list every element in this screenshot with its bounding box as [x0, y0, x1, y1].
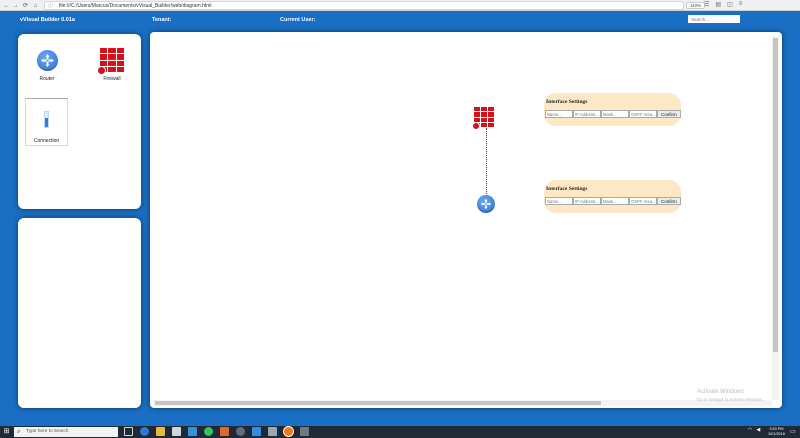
- menu-icon[interactable]: ≡: [739, 1, 743, 8]
- taskbar-search-placeholder: Type here to search: [26, 429, 69, 434]
- steam-icon[interactable]: [236, 427, 245, 436]
- palette-firewall-tool[interactable]: Firewall: [92, 48, 132, 82]
- taskbar-apps: [124, 427, 309, 436]
- zoom-level-badge[interactable]: 110%: [686, 2, 706, 9]
- mask-input[interactable]: [601, 197, 629, 205]
- confirm-button[interactable]: Confirm: [657, 110, 681, 118]
- diagram-canvas[interactable]: [150, 32, 782, 408]
- activate-windows-watermark: Activate Windows Go to Settings to activ…: [697, 389, 763, 403]
- palette-connection-tool[interactable]: Connection: [25, 98, 68, 146]
- firefox-icon[interactable]: [284, 427, 293, 436]
- forward-icon[interactable]: →: [11, 1, 20, 10]
- connection-icon: [44, 111, 49, 128]
- connection-tool-label: Connection: [33, 138, 60, 144]
- taskbar: ⊞ ⌕ Type here to search ◠ ◀ 3:53 PM 10/1…: [0, 426, 800, 438]
- app-icon[interactable]: [268, 427, 277, 436]
- palette-router-tool[interactable]: Router: [28, 50, 66, 82]
- connection-line[interactable]: [486, 128, 487, 196]
- watermark-title: Activate Windows: [697, 389, 745, 395]
- system-tray: ◠ ◀: [748, 427, 760, 433]
- address-bar[interactable]: ⓘ file:///C:/Users/Marcus/Documents/vVis…: [44, 1, 684, 10]
- reload-icon[interactable]: ⟳: [21, 1, 30, 10]
- interface-settings-form: Confirm: [545, 110, 681, 118]
- library-icon[interactable]: ▤: [715, 1, 721, 8]
- mask-input[interactable]: [601, 110, 629, 118]
- properties-panel: [18, 218, 141, 408]
- start-button[interactable]: ⊞: [2, 428, 11, 436]
- volume-icon[interactable]: ◀: [756, 427, 760, 433]
- interface-settings-router: Interface Settings Confirm: [544, 180, 681, 213]
- file-explorer-icon[interactable]: [156, 427, 165, 436]
- ospf-area-input[interactable]: [629, 197, 657, 205]
- browser-toolbar: ← → ⟳ ⌂ ⓘ file:///C:/Users/Marcus/Docume…: [0, 0, 800, 11]
- watermark-subtitle: Go to Settings to activate Windows.: [697, 397, 764, 402]
- firewall-icon: [97, 48, 124, 75]
- ospf-area-input[interactable]: [629, 110, 657, 118]
- interface-settings-title: Interface Settings: [546, 186, 588, 192]
- router-icon: [36, 50, 58, 71]
- taskbar-clock[interactable]: 3:53 PM 10/1/2018: [768, 427, 785, 437]
- interface-settings-form: Confirm: [545, 197, 681, 205]
- notification-icon[interactable]: ▭: [790, 428, 796, 435]
- reader-view-icon[interactable]: ☰: [704, 1, 709, 8]
- firewall-tool-label: Firewall: [103, 76, 121, 82]
- interface-name-input[interactable]: [545, 197, 573, 205]
- taskbar-search-box[interactable]: ⌕ Type here to search: [14, 427, 118, 437]
- canvas-horizontal-scrollbar[interactable]: [153, 400, 772, 406]
- device-palette: Router Firewall Connection: [18, 34, 141, 209]
- whatsapp-icon[interactable]: [204, 427, 213, 436]
- browser-toolbar-icons: ☰ ▤ ◫ ≡: [704, 1, 742, 8]
- router-icon: [477, 195, 495, 213]
- interface-name-input[interactable]: [545, 110, 573, 118]
- search-icon: ⌕: [17, 429, 21, 435]
- site-info-icon[interactable]: ⓘ: [48, 2, 53, 9]
- canvas-router-node[interactable]: [477, 195, 495, 213]
- app-title: vVisual Builder 0.01a: [20, 17, 75, 23]
- store-icon[interactable]: [172, 427, 181, 436]
- task-view-icon[interactable]: [124, 427, 133, 436]
- ip-address-input[interactable]: [573, 110, 601, 118]
- canvas-vertical-scrollbar[interactable]: [772, 36, 779, 400]
- scrollbar-thumb[interactable]: [773, 38, 778, 352]
- app-header: vVisual Builder 0.01a Tenant: Current Us…: [0, 11, 800, 29]
- ip-address-input[interactable]: [573, 197, 601, 205]
- search-input[interactable]: [688, 15, 740, 23]
- calculator-icon[interactable]: [300, 427, 309, 436]
- vscode-icon[interactable]: [252, 427, 261, 436]
- url-text: file:///C:/Users/Marcus/Documents/vVisua…: [59, 3, 212, 9]
- sidebar-icon[interactable]: ◫: [727, 1, 733, 8]
- back-icon[interactable]: ←: [2, 1, 11, 10]
- photos-icon[interactable]: [188, 427, 197, 436]
- media-icon[interactable]: [220, 427, 229, 436]
- network-icon[interactable]: ◠: [748, 427, 752, 433]
- interface-settings-title: Interface Settings: [546, 99, 588, 105]
- edge-icon[interactable]: [140, 427, 149, 436]
- current-user-label: Current User:: [280, 17, 316, 23]
- clock-date: 10/1/2018: [768, 432, 785, 436]
- scrollbar-thumb[interactable]: [155, 401, 601, 405]
- home-icon[interactable]: ⌂: [31, 1, 40, 10]
- router-tool-label: Router: [39, 76, 55, 82]
- interface-settings-firewall: Interface Settings Confirm: [544, 93, 681, 126]
- canvas-firewall-node[interactable]: [472, 107, 494, 130]
- tenant-label: Tenant:: [152, 17, 172, 23]
- confirm-button[interactable]: Confirm: [657, 197, 681, 205]
